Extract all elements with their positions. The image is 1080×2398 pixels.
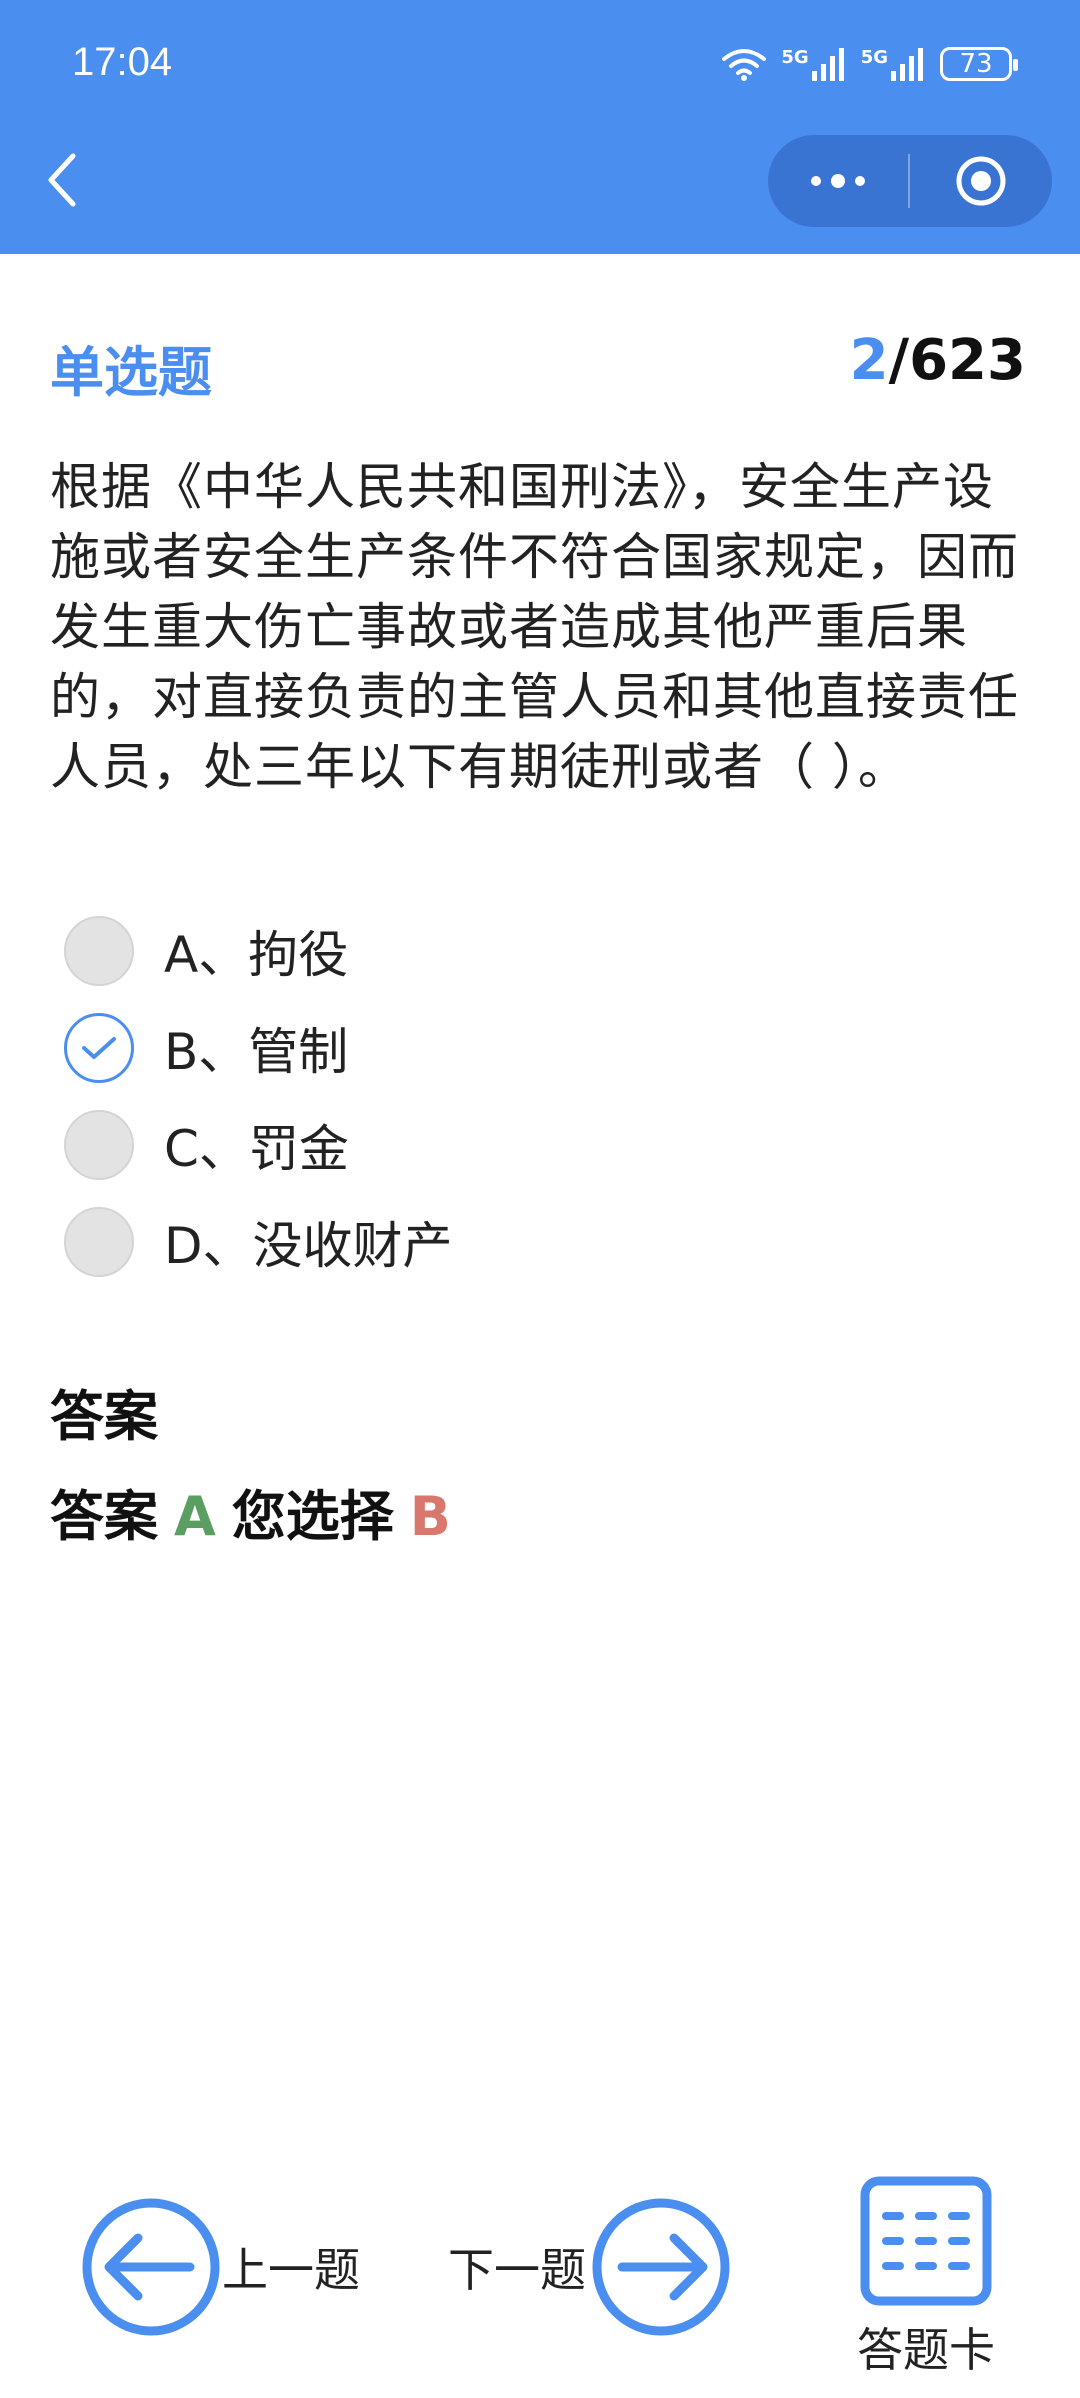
wifi-icon <box>722 49 767 81</box>
total-questions: /623 <box>888 328 1026 393</box>
question-text: 根据《中华人民共和国刑法》，安全生产设施或者安全生产条件不符合国家规定，因而发生… <box>50 458 1019 796</box>
radio-unchecked-icon[interactable] <box>64 915 134 986</box>
chosen-answer: B <box>409 1485 451 1548</box>
header-bar: 17:04 5G 5G 73 <box>0 0 1080 254</box>
option-label: A、拘役 <box>164 925 349 984</box>
next-question-button[interactable]: 下一题 <box>448 2196 732 2338</box>
current-question-number: 2 <box>849 328 889 393</box>
chevron-left-icon <box>48 153 76 207</box>
answer-card-button[interactable]: 答题卡 <box>856 2176 996 2380</box>
radio-unchecked-icon[interactable] <box>64 1109 134 1180</box>
signal-5g-icon: 5G <box>781 47 846 81</box>
next-question-label[interactable]: 下一题 <box>448 2234 586 2300</box>
options-list: A、拘役 B、管制 C、罚金 D、没收财产 <box>64 902 1014 1290</box>
option-c[interactable]: C、罚金 <box>64 1096 1014 1193</box>
correct-answer: A <box>174 1485 216 1548</box>
answer-card-label[interactable]: 答题卡 <box>857 2314 995 2380</box>
target-circle-icon <box>956 156 1006 206</box>
option-label: B、管制 <box>164 1022 349 1081</box>
radio-checked-icon[interactable] <box>64 1012 134 1083</box>
option-label: C、罚金 <box>164 1119 349 1178</box>
option-label: D、没收财产 <box>164 1216 453 1275</box>
more-dots-icon <box>811 174 865 188</box>
back-button[interactable] <box>42 150 82 210</box>
more-button[interactable] <box>768 135 908 227</box>
radio-unchecked-icon[interactable] <box>64 1206 134 1277</box>
question-progress: 2/623 <box>850 328 1026 393</box>
check-icon <box>82 1036 116 1059</box>
answer-card-grid-icon[interactable] <box>860 2176 992 2306</box>
prev-question-button[interactable]: 上一题 <box>80 2196 360 2338</box>
option-d[interactable]: D、没收财产 <box>64 1193 1014 1290</box>
option-a[interactable]: A、拘役 <box>64 902 1014 999</box>
signal-5g-icon-2: 5G <box>861 47 926 81</box>
prev-question-label[interactable]: 上一题 <box>222 2234 360 2300</box>
battery-icon: 73 <box>940 47 1018 81</box>
close-mini-program-button[interactable] <box>910 135 1052 227</box>
status-icons: 5G 5G 73 <box>721 42 1018 86</box>
answer-result: 答案 A 您选择 B <box>50 1472 451 1551</box>
answer-section-title: 答案 <box>50 1385 158 1448</box>
answer-prefix: 答案 <box>50 1485 158 1548</box>
arrow-right-circle-icon[interactable] <box>590 2196 732 2338</box>
your-choice-label: 您选择 <box>231 1485 394 1548</box>
mini-program-capsule <box>768 135 1052 227</box>
option-b[interactable]: B、管制 <box>64 999 1014 1096</box>
status-time: 17:04 <box>72 40 173 84</box>
arrow-left-circle-icon[interactable] <box>80 2196 222 2338</box>
question-type: 单选题 <box>50 341 212 404</box>
